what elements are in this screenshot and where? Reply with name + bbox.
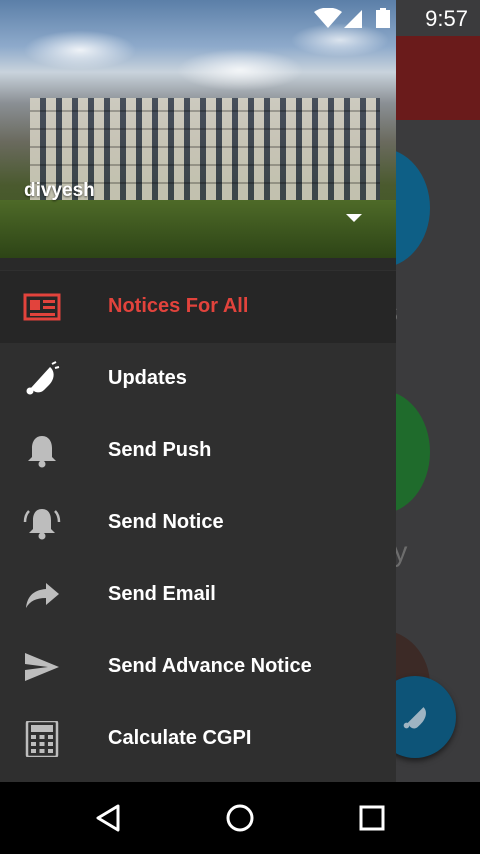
menu-item-send-email[interactable]: Send Email [0,559,396,631]
menu-item-send-advance-notice[interactable]: Send Advance Notice [0,631,396,703]
back-icon[interactable] [92,802,124,834]
bell-icon [28,436,56,468]
newspaper-icon [23,293,61,321]
header-lawn [0,200,396,258]
menu-item-label: Send Email [108,583,216,605]
menu-item-updates[interactable]: Updates [0,343,396,415]
menu-item-notices-for-all[interactable]: Notices For All [0,271,396,343]
clock: 9:57 [425,6,468,31]
drawer-header: divyesh [0,0,396,258]
user-name: divyesh [24,180,95,201]
menu-item-send-notice[interactable]: Send Notice [0,487,396,559]
menu-item-send-push[interactable]: Send Push [0,415,396,487]
drawer-divider [0,258,396,270]
navigation-drawer: divyesh Notices For All Updates Send Pus… [0,0,396,782]
menu-item-label: Notices For All [108,295,249,317]
share-arrow-icon [26,583,59,608]
wifi-icon [314,8,342,28]
bell-ringing-icon [26,361,60,395]
menu-item-calculate-cgpi[interactable]: Calculate CGPI [0,703,396,775]
calculator-icon [25,721,59,757]
menu-item-label: Send Notice [108,511,224,533]
battery-icon [376,10,390,28]
system-navigation-bar [0,782,480,854]
menu-item-label: Send Push [108,439,212,461]
status-bar: 9:57 [0,0,480,36]
home-icon[interactable] [224,802,256,834]
bell-alert-icon [23,509,61,540]
bell-ringing-icon [403,707,426,729]
send-icon [25,653,59,681]
status-icons [314,8,390,28]
signal-icon [344,10,362,28]
menu-item-label: Calculate CGPI [108,727,252,749]
menu-item-label: Send Advance Notice [108,655,312,677]
drawer-menu: Notices For All Updates Send Push Send N… [0,271,396,775]
menu-item-label: Updates [108,367,187,389]
recents-icon[interactable] [356,802,388,834]
account-dropdown-icon[interactable] [346,214,362,222]
